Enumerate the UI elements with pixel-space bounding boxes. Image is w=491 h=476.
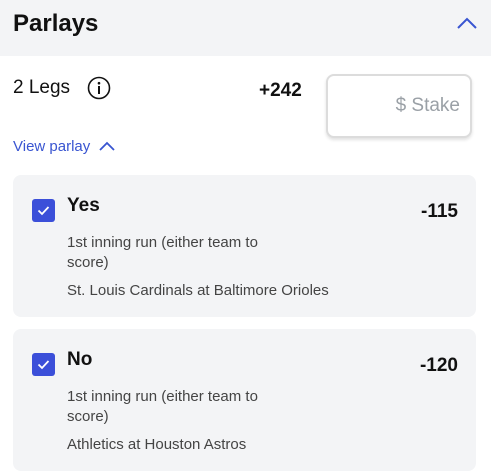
view-parlay-label: View parlay <box>13 137 91 155</box>
leg-price: -120 <box>419 355 458 376</box>
leg-market: 1st inning run (either team to score) <box>67 388 258 425</box>
leg-matchup: St. Louis Cardinals at Baltimore Orioles <box>67 282 329 299</box>
checkmark-icon <box>37 206 50 216</box>
leg-pick: Yes <box>67 195 100 216</box>
parlay-odds: +242 <box>259 80 302 101</box>
stake-input[interactable] <box>326 74 472 138</box>
leg-price: -115 <box>421 201 458 222</box>
leg-checkbox[interactable] <box>32 199 55 222</box>
checkmark-icon <box>37 360 50 370</box>
chevron-up-icon <box>99 141 115 151</box>
info-icon[interactable] <box>87 76 111 100</box>
leg-market: 1st inning run (either team to score) <box>67 234 258 271</box>
leg-matchup: Athletics at Houston Astros <box>67 436 247 453</box>
view-parlay-link[interactable]: View parlay <box>13 135 116 157</box>
chevron-up-icon <box>457 17 477 29</box>
leg-card: No -120 1st inning run (either team to s… <box>13 329 476 471</box>
legs-count: 2 Legs <box>13 77 71 98</box>
parlays-header: Parlays <box>0 0 491 56</box>
leg-pick: No <box>67 349 93 370</box>
leg-checkbox[interactable] <box>32 353 55 376</box>
collapse-button[interactable] <box>454 12 480 34</box>
leg-card: Yes -115 1st inning run (either team to … <box>13 175 476 317</box>
page-title: Parlays <box>13 10 99 37</box>
